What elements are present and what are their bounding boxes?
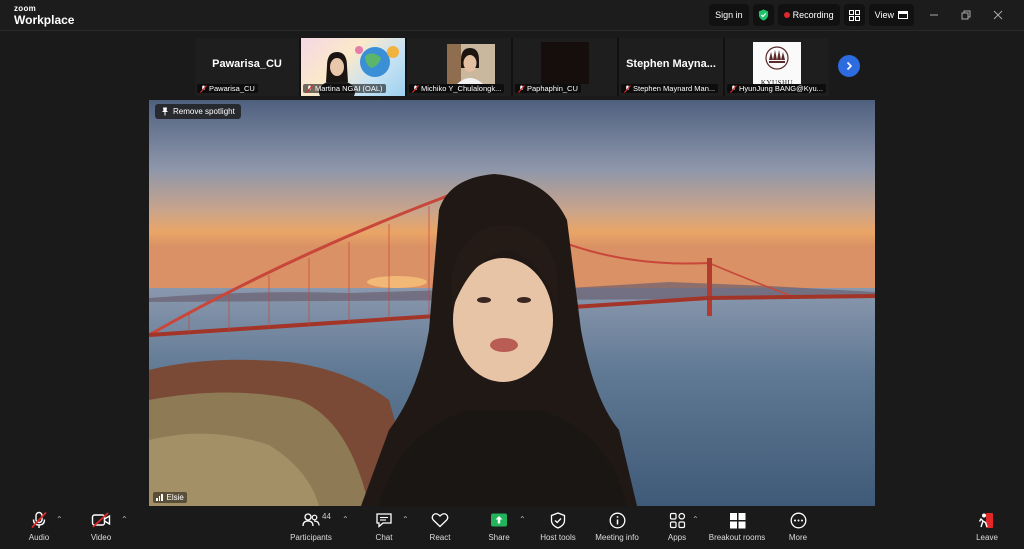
- more-button[interactable]: More: [784, 510, 812, 548]
- participant-name-label: HyunJung BANG@Kyu...: [739, 84, 823, 93]
- pin-icon: [162, 107, 168, 116]
- participant-tile[interactable]: Paphaphin_CU: [513, 38, 617, 96]
- leave-door-icon: [978, 512, 993, 528]
- react-label: React: [429, 533, 451, 542]
- title-bar-controls: Sign in Recording View: [709, 0, 1014, 30]
- participant-tile[interactable]: KYUSHU HyunJung BANG@Kyu...: [725, 38, 829, 96]
- meeting-info-button[interactable]: Meeting info: [594, 510, 640, 548]
- signal-strength-icon: [156, 494, 164, 501]
- view-label: View: [874, 10, 894, 20]
- chat-bubble-icon: [376, 513, 392, 528]
- participant-name-label: Martina NGAI (OAL): [315, 84, 383, 93]
- apps-button[interactable]: Apps: [664, 510, 690, 548]
- spotlight-participant-name: Elsie: [153, 492, 187, 503]
- share-label: Share: [488, 533, 510, 542]
- view-button[interactable]: View: [868, 4, 914, 26]
- apps-icon: [669, 512, 685, 528]
- info-icon: [609, 512, 625, 528]
- security-badge[interactable]: [752, 4, 774, 26]
- participant-tile[interactable]: Martina NGAI (OAL): [301, 38, 405, 96]
- view-layout-icon: [898, 11, 908, 19]
- participant-name-label: Pawarisa_CU: [209, 84, 255, 93]
- close-icon: [993, 10, 1003, 20]
- leave-label: Leave: [976, 533, 998, 542]
- breakout-rooms-label: Breakout rooms: [708, 533, 766, 542]
- participant-tile[interactable]: Stephen Mayna... Stephen Maynard Man...: [619, 38, 723, 96]
- mic-muted-icon: [412, 84, 419, 93]
- mic-muted-icon: [306, 84, 313, 93]
- participant-display-name: Stephen Mayna...: [626, 58, 716, 70]
- participants-label: Participants: [290, 533, 332, 542]
- video-button[interactable]: Video: [86, 510, 116, 548]
- participant-tile[interactable]: Michiko Y_Chulalongk...: [407, 38, 511, 96]
- participant-name-label: Paphaphin_CU: [527, 84, 578, 93]
- audio-label: Audio: [28, 533, 50, 542]
- video-camera-off-icon: [91, 512, 111, 528]
- chat-options-caret[interactable]: ⌃: [402, 515, 409, 524]
- participants-icon: [302, 513, 320, 527]
- mic-muted-icon: [200, 84, 207, 93]
- recording-dot-icon: [783, 12, 790, 18]
- participants-options-caret[interactable]: ⌃: [342, 515, 349, 524]
- kyushu-logo: KYUSHU: [753, 42, 801, 87]
- more-options-icon: [790, 512, 806, 528]
- grid-icon: [848, 9, 860, 21]
- spotlight-name-label: Elsie: [166, 493, 184, 502]
- sign-in-label: Sign in: [715, 10, 743, 20]
- audio-button[interactable]: Audio: [24, 510, 54, 548]
- remove-spotlight-label: Remove spotlight: [173, 107, 235, 116]
- breakout-rooms-button[interactable]: Breakout rooms: [706, 510, 768, 548]
- meeting-info-label: Meeting info: [595, 533, 639, 542]
- apps-options-caret[interactable]: ⌃: [692, 515, 699, 524]
- mic-muted-icon: [624, 84, 631, 93]
- microphone-muted-icon: [31, 511, 47, 529]
- participant-display-name: Pawarisa_CU: [212, 58, 282, 70]
- layout-grid-button[interactable]: [843, 4, 865, 26]
- more-label: More: [788, 533, 808, 542]
- chevron-right-icon: [846, 61, 853, 71]
- spotlight-video: Remove spotlight Elsie: [149, 100, 875, 506]
- close-button[interactable]: [982, 0, 1014, 30]
- remove-spotlight-button[interactable]: Remove spotlight: [155, 104, 241, 119]
- restore-icon: [961, 10, 971, 20]
- mic-muted-icon: [730, 84, 737, 93]
- participant-gallery-strip: Pawarisa_CU Pawarisa_CU Martina NGAI (OA…: [195, 38, 829, 96]
- zoom-window: zoom Workplace Sign in Recording View Pa…: [0, 0, 1024, 549]
- heart-icon: [431, 513, 449, 528]
- video-label: Video: [90, 533, 112, 542]
- host-shield-icon: [550, 511, 566, 529]
- participant-name-label: Michiko Y_Chulalongk...: [421, 84, 502, 93]
- logo-workplace-text: Workplace: [14, 13, 75, 27]
- react-button[interactable]: React: [426, 510, 454, 548]
- recording-label: Recording: [792, 10, 834, 20]
- host-tools-button[interactable]: Host tools: [538, 510, 578, 548]
- golden-gate-background-image: [149, 100, 875, 506]
- title-bar: zoom Workplace Sign in Recording View: [0, 0, 1024, 31]
- sign-in-button[interactable]: Sign in: [709, 4, 749, 26]
- apps-label: Apps: [667, 533, 687, 542]
- gallery-next-page-button[interactable]: [838, 55, 860, 77]
- participants-count: 44: [322, 512, 331, 521]
- zoom-workplace-logo: zoom Workplace: [14, 4, 75, 27]
- mic-muted-icon: [518, 84, 525, 93]
- breakout-rooms-icon: [729, 512, 745, 528]
- share-options-caret[interactable]: ⌃: [519, 515, 526, 524]
- participant-name-label: Stephen Maynard Man...: [633, 84, 716, 93]
- recording-indicator[interactable]: Recording: [777, 4, 840, 26]
- host-tools-label: Host tools: [540, 533, 576, 542]
- chat-button[interactable]: Chat: [370, 510, 398, 548]
- share-screen-icon: [491, 513, 507, 527]
- minimize-icon: [930, 14, 938, 16]
- share-button[interactable]: Share: [484, 510, 514, 548]
- university-emblem-icon: [765, 46, 789, 70]
- minimize-button[interactable]: [918, 0, 950, 30]
- restore-button[interactable]: [950, 0, 982, 30]
- leave-button[interactable]: Leave: [974, 510, 1000, 548]
- video-options-caret[interactable]: ⌃: [121, 515, 128, 524]
- shield-icon: [758, 9, 768, 21]
- audio-options-caret[interactable]: ⌃: [56, 515, 63, 524]
- participant-tile[interactable]: Pawarisa_CU Pawarisa_CU: [195, 38, 299, 96]
- meeting-toolbar: Audio ⌃ Video ⌃ Participants 44 ⌃ Chat ⌃…: [0, 506, 1024, 549]
- chat-label: Chat: [375, 533, 393, 542]
